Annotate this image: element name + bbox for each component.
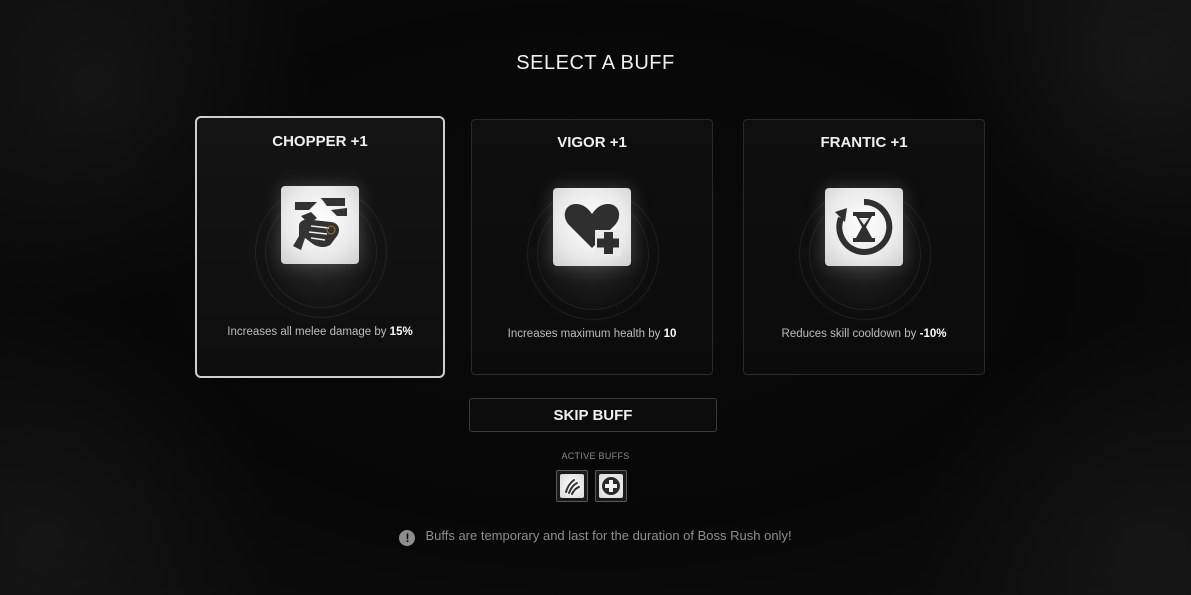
buff-card-title: CHOPPER +1 — [272, 133, 368, 150]
buff-card-description: Increases maximum health by 10 — [507, 328, 677, 340]
buff-card-description: Reduces skill cooldown by -10% — [781, 328, 947, 340]
skip-buff-button[interactable]: SKIP BUFF — [469, 398, 717, 432]
buff-card-title: VIGOR +1 — [557, 134, 627, 151]
buff-card-frantic[interactable]: FRANTIC +1 Reduces skill cooldown by -10… — [743, 119, 985, 375]
heart-plus-icon — [553, 188, 631, 266]
warning-icon: ! — [399, 530, 416, 546]
buff-card-chopper[interactable]: CHOPPER +1 Increases all melee damage by… — [195, 116, 445, 378]
notice-text: Buffs are temporary and last for the dur… — [425, 528, 792, 543]
boss-rush-notice: ! Buffs are temporary and last for the du… — [0, 528, 1191, 546]
hourglass-cycle-icon — [825, 188, 903, 266]
buff-card-vigor[interactable]: VIGOR +1 Increases maximum health by 10 — [471, 119, 713, 375]
active-buffs-label: ACTIVE BUFFS — [561, 451, 630, 461]
claw-icon — [560, 474, 584, 498]
active-buff-slot[interactable] — [556, 470, 588, 502]
page-title: SELECT A BUFF — [516, 52, 675, 74]
active-buff-slot[interactable] — [595, 470, 627, 502]
buff-card-title: FRANTIC +1 — [820, 134, 908, 151]
fist-icon — [281, 186, 359, 264]
active-buffs-list — [556, 470, 627, 502]
health-cross-icon — [599, 474, 623, 498]
buff-card-description: Increases all melee damage by 15% — [227, 326, 413, 338]
